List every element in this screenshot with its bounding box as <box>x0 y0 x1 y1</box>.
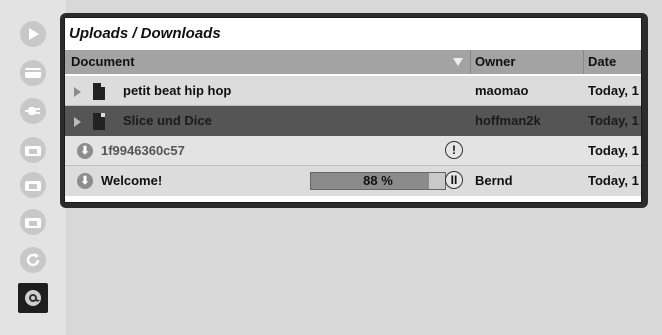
row-document-name: Slice und Dice <box>123 113 212 128</box>
column-header-document[interactable]: Document <box>71 50 135 74</box>
row-date: Today, 1 <box>588 143 639 158</box>
pause-icon[interactable]: II <box>445 171 463 189</box>
play-icon[interactable] <box>20 21 46 47</box>
row-date: Today, 1 <box>588 113 639 128</box>
row-date: Today, 1 <box>588 173 639 188</box>
table-header: Document Owner Date Add <box>65 50 641 93</box>
document-icon <box>93 83 105 100</box>
panel-title: Uploads / Downloads <box>65 18 641 50</box>
uploads-downloads-panel: Uploads / Downloads Document Owner Date … <box>64 17 642 203</box>
column-header-date-added[interactable]: Date Add <box>588 50 641 93</box>
at-sign-icon[interactable] <box>18 283 48 313</box>
table-row[interactable]: petit beat hip hop maomao Today, 1 <box>65 76 641 106</box>
folder-1-icon[interactable] <box>20 137 46 163</box>
browser-sidebar <box>0 0 66 335</box>
download-icon: ⬇ <box>77 173 93 189</box>
progress-label: 88 % <box>363 173 393 188</box>
row-document-name: 1f9946360c57 <box>101 143 185 158</box>
expand-triangle-icon[interactable] <box>74 117 81 127</box>
column-divider[interactable] <box>470 50 471 74</box>
row-document-name: petit beat hip hop <box>123 83 232 98</box>
folder-3-icon[interactable] <box>20 209 46 235</box>
plugin-icon[interactable] <box>20 98 46 124</box>
column-divider[interactable] <box>583 50 584 74</box>
expand-triangle-icon[interactable] <box>74 87 81 97</box>
folder-2-icon[interactable] <box>20 172 46 198</box>
download-icon: ⬇ <box>77 143 93 159</box>
sort-down-icon[interactable] <box>453 58 463 66</box>
table-row[interactable]: ⬇ Welcome! 88 % II Bernd Today, 1 <box>65 166 641 196</box>
row-document-name: Welcome! <box>101 173 163 188</box>
document-icon <box>93 113 105 130</box>
row-owner: hoffman2k <box>475 113 541 128</box>
clip-icon[interactable] <box>20 60 46 86</box>
sync-icon[interactable] <box>20 247 46 273</box>
error-icon[interactable]: ! <box>445 141 463 159</box>
table-row-selected[interactable]: Slice und Dice hoffman2k Today, 1 <box>65 106 641 136</box>
column-header-owner[interactable]: Owner <box>475 50 515 74</box>
row-owner: Bernd <box>475 173 513 188</box>
table-row[interactable]: ⬇ 1f9946360c57 ! Today, 1 <box>65 136 641 166</box>
row-owner: maomao <box>475 83 529 98</box>
download-progress-bar: 88 % <box>310 172 446 190</box>
row-date: Today, 1 <box>588 83 639 98</box>
